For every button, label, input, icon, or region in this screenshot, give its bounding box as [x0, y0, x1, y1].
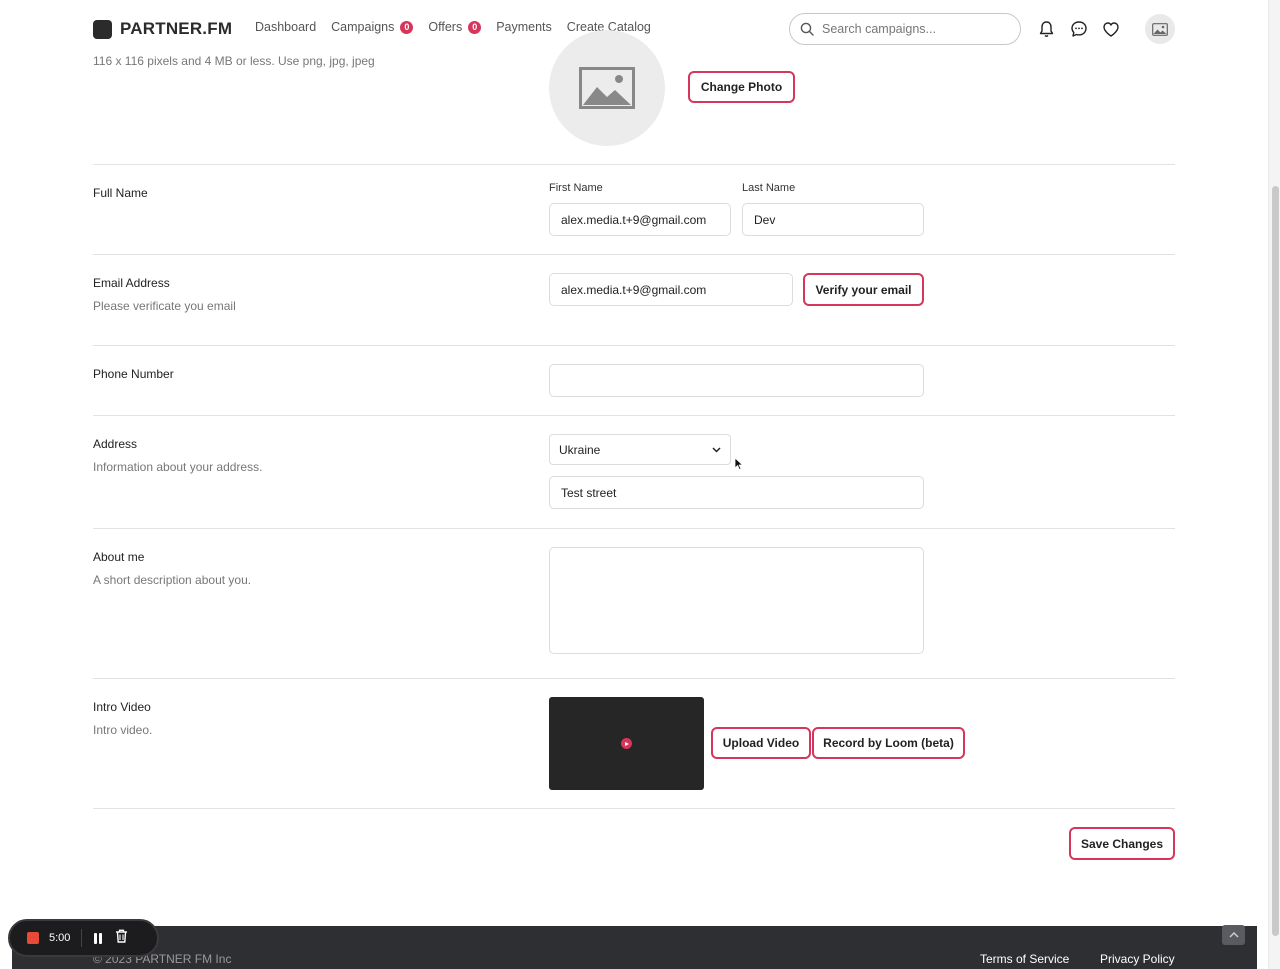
intro-video-sublabel: Intro video. [93, 723, 153, 737]
recorder-divider [81, 929, 83, 947]
first-name-input[interactable]: alex.media.t+9@gmail.com [549, 203, 731, 236]
about-textarea[interactable] [549, 547, 924, 654]
stop-recording-icon[interactable] [27, 932, 39, 944]
offers-count-badge: 0 [468, 20, 482, 34]
trash-icon[interactable] [115, 929, 128, 948]
full-name-label: Full Name [93, 186, 148, 200]
nav-dashboard[interactable]: Dashboard [255, 20, 316, 34]
recording-timer: 5:00 [49, 932, 71, 944]
logo-text: PARTNER.FM [120, 19, 233, 38]
address-sublabel: Information about your address. [93, 460, 263, 474]
section-divider [93, 808, 1175, 809]
chevron-up-icon [1228, 932, 1239, 938]
upload-video-button[interactable]: Upload Video [711, 727, 811, 759]
screen-recorder-widget: 5:00 [8, 919, 159, 957]
profile-photo [549, 30, 665, 146]
search-input[interactable] [822, 22, 1002, 36]
search-box [789, 13, 1021, 45]
logo[interactable]: PARTNER.FM [93, 19, 232, 39]
nav-campaigns-label: Campaigns [331, 20, 395, 34]
section-divider [93, 254, 1175, 255]
last-name-label: Last Name [742, 182, 796, 194]
email-label: Email Address [93, 276, 170, 290]
change-photo-button[interactable]: Change Photo [688, 71, 795, 103]
nav-dashboard-label: Dashboard [255, 20, 317, 34]
video-preview[interactable] [549, 697, 704, 790]
section-divider [93, 528, 1175, 529]
mouse-cursor-icon [734, 457, 744, 476]
section-divider [93, 415, 1175, 416]
user-avatar[interactable] [1145, 14, 1175, 44]
section-divider [93, 678, 1175, 679]
country-select[interactable]: Ukraine [549, 434, 731, 465]
record-loom-button[interactable]: Record by Loom (beta) [812, 727, 965, 759]
avatar-placeholder-icon [1152, 22, 1168, 36]
pause-icon[interactable] [94, 932, 103, 944]
privacy-policy-link[interactable]: Privacy Policy [1100, 952, 1175, 966]
email-input[interactable]: alex.media.t+9@gmail.com [549, 273, 793, 306]
notifications-bell-icon[interactable] [1037, 20, 1055, 38]
photo-size-hint: 116 x 116 pixels and 4 MB or less. Use p… [93, 54, 375, 68]
street-input[interactable]: Test street [549, 476, 924, 509]
phone-input[interactable] [549, 364, 924, 397]
nav-campaigns[interactable]: Campaigns 0 [331, 20, 414, 34]
save-changes-button[interactable]: Save Changes [1069, 827, 1175, 860]
favorites-heart-icon[interactable] [1102, 20, 1120, 38]
search-icon [800, 22, 814, 36]
section-divider [93, 164, 1175, 165]
scrollbar-thumb[interactable] [1272, 186, 1279, 936]
about-sublabel: A short description about you. [93, 573, 252, 587]
page-scrollbar[interactable] [1268, 0, 1280, 969]
messages-chat-icon[interactable] [1070, 20, 1088, 38]
nav-payments-label: Payments [496, 20, 552, 34]
country-select-value: Ukraine [559, 442, 601, 457]
terms-of-service-link[interactable]: Terms of Service [980, 952, 1069, 966]
section-divider [93, 345, 1175, 346]
logo-mark-icon [93, 19, 112, 39]
verify-email-button[interactable]: Verify your email [803, 273, 924, 306]
first-name-label: First Name [549, 182, 603, 194]
phone-label: Phone Number [93, 367, 174, 381]
nav-payments[interactable]: Payments [496, 20, 552, 34]
email-sublabel: Please verificate you email [93, 299, 236, 313]
nav-offers[interactable]: Offers 0 [428, 20, 482, 34]
image-placeholder-icon [579, 67, 635, 109]
nav-offers-label: Offers [428, 20, 463, 34]
intro-video-label: Intro Video [93, 700, 151, 714]
scroll-to-top-button[interactable] [1222, 925, 1245, 945]
last-name-input[interactable]: Dev [742, 203, 924, 236]
chevron-down-icon [712, 446, 721, 453]
address-label: Address [93, 437, 138, 451]
page-footer: © 2023 PARTNER FM Inc Terms of Service P… [12, 926, 1257, 969]
about-label: About me [93, 550, 145, 564]
campaigns-count-badge: 0 [400, 20, 414, 34]
play-icon[interactable] [621, 738, 632, 749]
